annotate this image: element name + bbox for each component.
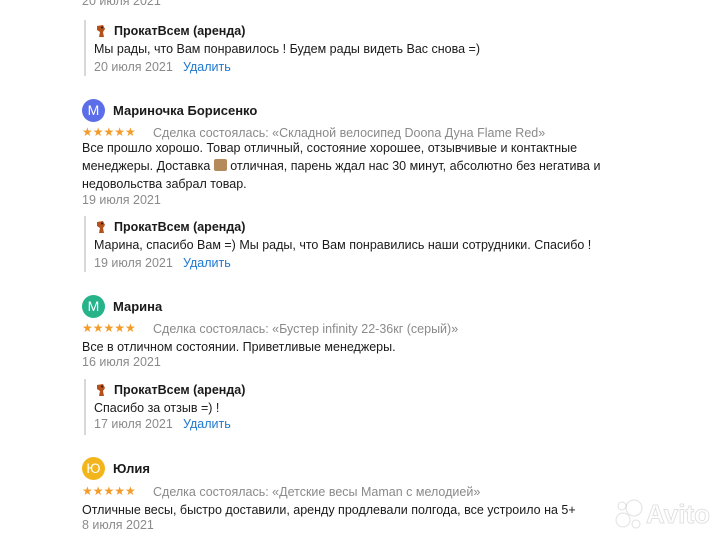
review-text: Отличные весы, быстро доставили, аренду … <box>82 501 576 519</box>
review-text: Все прошло хорошо. Товар отличный, состо… <box>82 139 622 193</box>
review-date: 16 июля 2021 <box>82 355 161 369</box>
review-author[interactable]: Мариночка Борисенко <box>113 103 257 118</box>
avatar-letter: Ю <box>86 460 101 476</box>
rating-stars: ★★★★★ <box>82 484 136 498</box>
review-text-line: недовольства забрал товар. <box>82 177 247 191</box>
reply-divider <box>84 216 86 272</box>
reply-date: 17 июля 2021 <box>94 417 173 431</box>
reply-date: 19 июля 2021 <box>94 256 173 270</box>
review-text-line: Отличные весы, быстро доставили, аренду … <box>82 503 576 517</box>
avatar: Ю <box>82 457 105 480</box>
delete-reply-link[interactable]: Удалить <box>183 256 231 270</box>
review-author[interactable]: Юлия <box>113 461 150 476</box>
reply-date: 20 июля 2021 <box>94 60 173 74</box>
avito-watermark-text: Avito <box>645 499 711 530</box>
delete-reply-link[interactable]: Удалить <box>183 60 231 74</box>
deal-info[interactable]: Сделка состоялась: «Бустер infinity 22-3… <box>153 322 458 336</box>
review-date: 20 июля 2021 <box>82 0 161 8</box>
owner-logo-icon <box>97 25 105 37</box>
reply-owner-name: ПрокатВсем (аренда) <box>114 220 246 234</box>
reply-text: Мы рады, что Вам понравилось ! Будем рад… <box>94 42 480 56</box>
reply-divider <box>84 20 86 76</box>
review-date: 8 июля 2021 <box>82 518 154 532</box>
rating-stars: ★★★★★ <box>82 321 136 335</box>
avatar: М <box>82 295 105 318</box>
review-date: 19 июля 2021 <box>82 193 161 207</box>
avatar-letter: М <box>87 102 100 118</box>
avito-watermark: Avito <box>612 497 712 531</box>
box-emoji-icon <box>213 159 227 171</box>
review-text-line: менеджеры. Доставка отличная, парень жда… <box>82 159 601 173</box>
owner-logo-icon <box>97 221 105 233</box>
avatar-letter: М <box>87 298 100 314</box>
review-text: Все в отличном состоянии. Приветливые ме… <box>82 338 396 356</box>
review-text-line: Все прошло хорошо. Товар отличный, состо… <box>82 141 578 155</box>
reply-divider <box>84 379 86 435</box>
reply-text: Спасибо за отзыв =) ! <box>94 401 220 415</box>
review-author[interactable]: Марина <box>113 299 162 314</box>
owner-logo-icon <box>97 384 105 396</box>
avatar: М <box>82 99 105 122</box>
reply-owner-name: ПрокатВсем (аренда) <box>114 383 246 397</box>
review-text-line: Все в отличном состоянии. Приветливые ме… <box>82 340 396 354</box>
delete-reply-link[interactable]: Удалить <box>183 417 231 431</box>
reply-text: Марина, спасибо Вам =) Мы рады, что Вам … <box>94 238 592 252</box>
deal-info[interactable]: Сделка состоялась: «Детские весы Maman с… <box>153 485 480 499</box>
rating-stars: ★★★★★ <box>82 125 136 139</box>
avito-logo-icon <box>615 499 643 529</box>
reply-owner-name: ПрокатВсем (аренда) <box>114 24 246 38</box>
deal-info[interactable]: Сделка состоялась: «Складной велосипед D… <box>153 126 545 140</box>
